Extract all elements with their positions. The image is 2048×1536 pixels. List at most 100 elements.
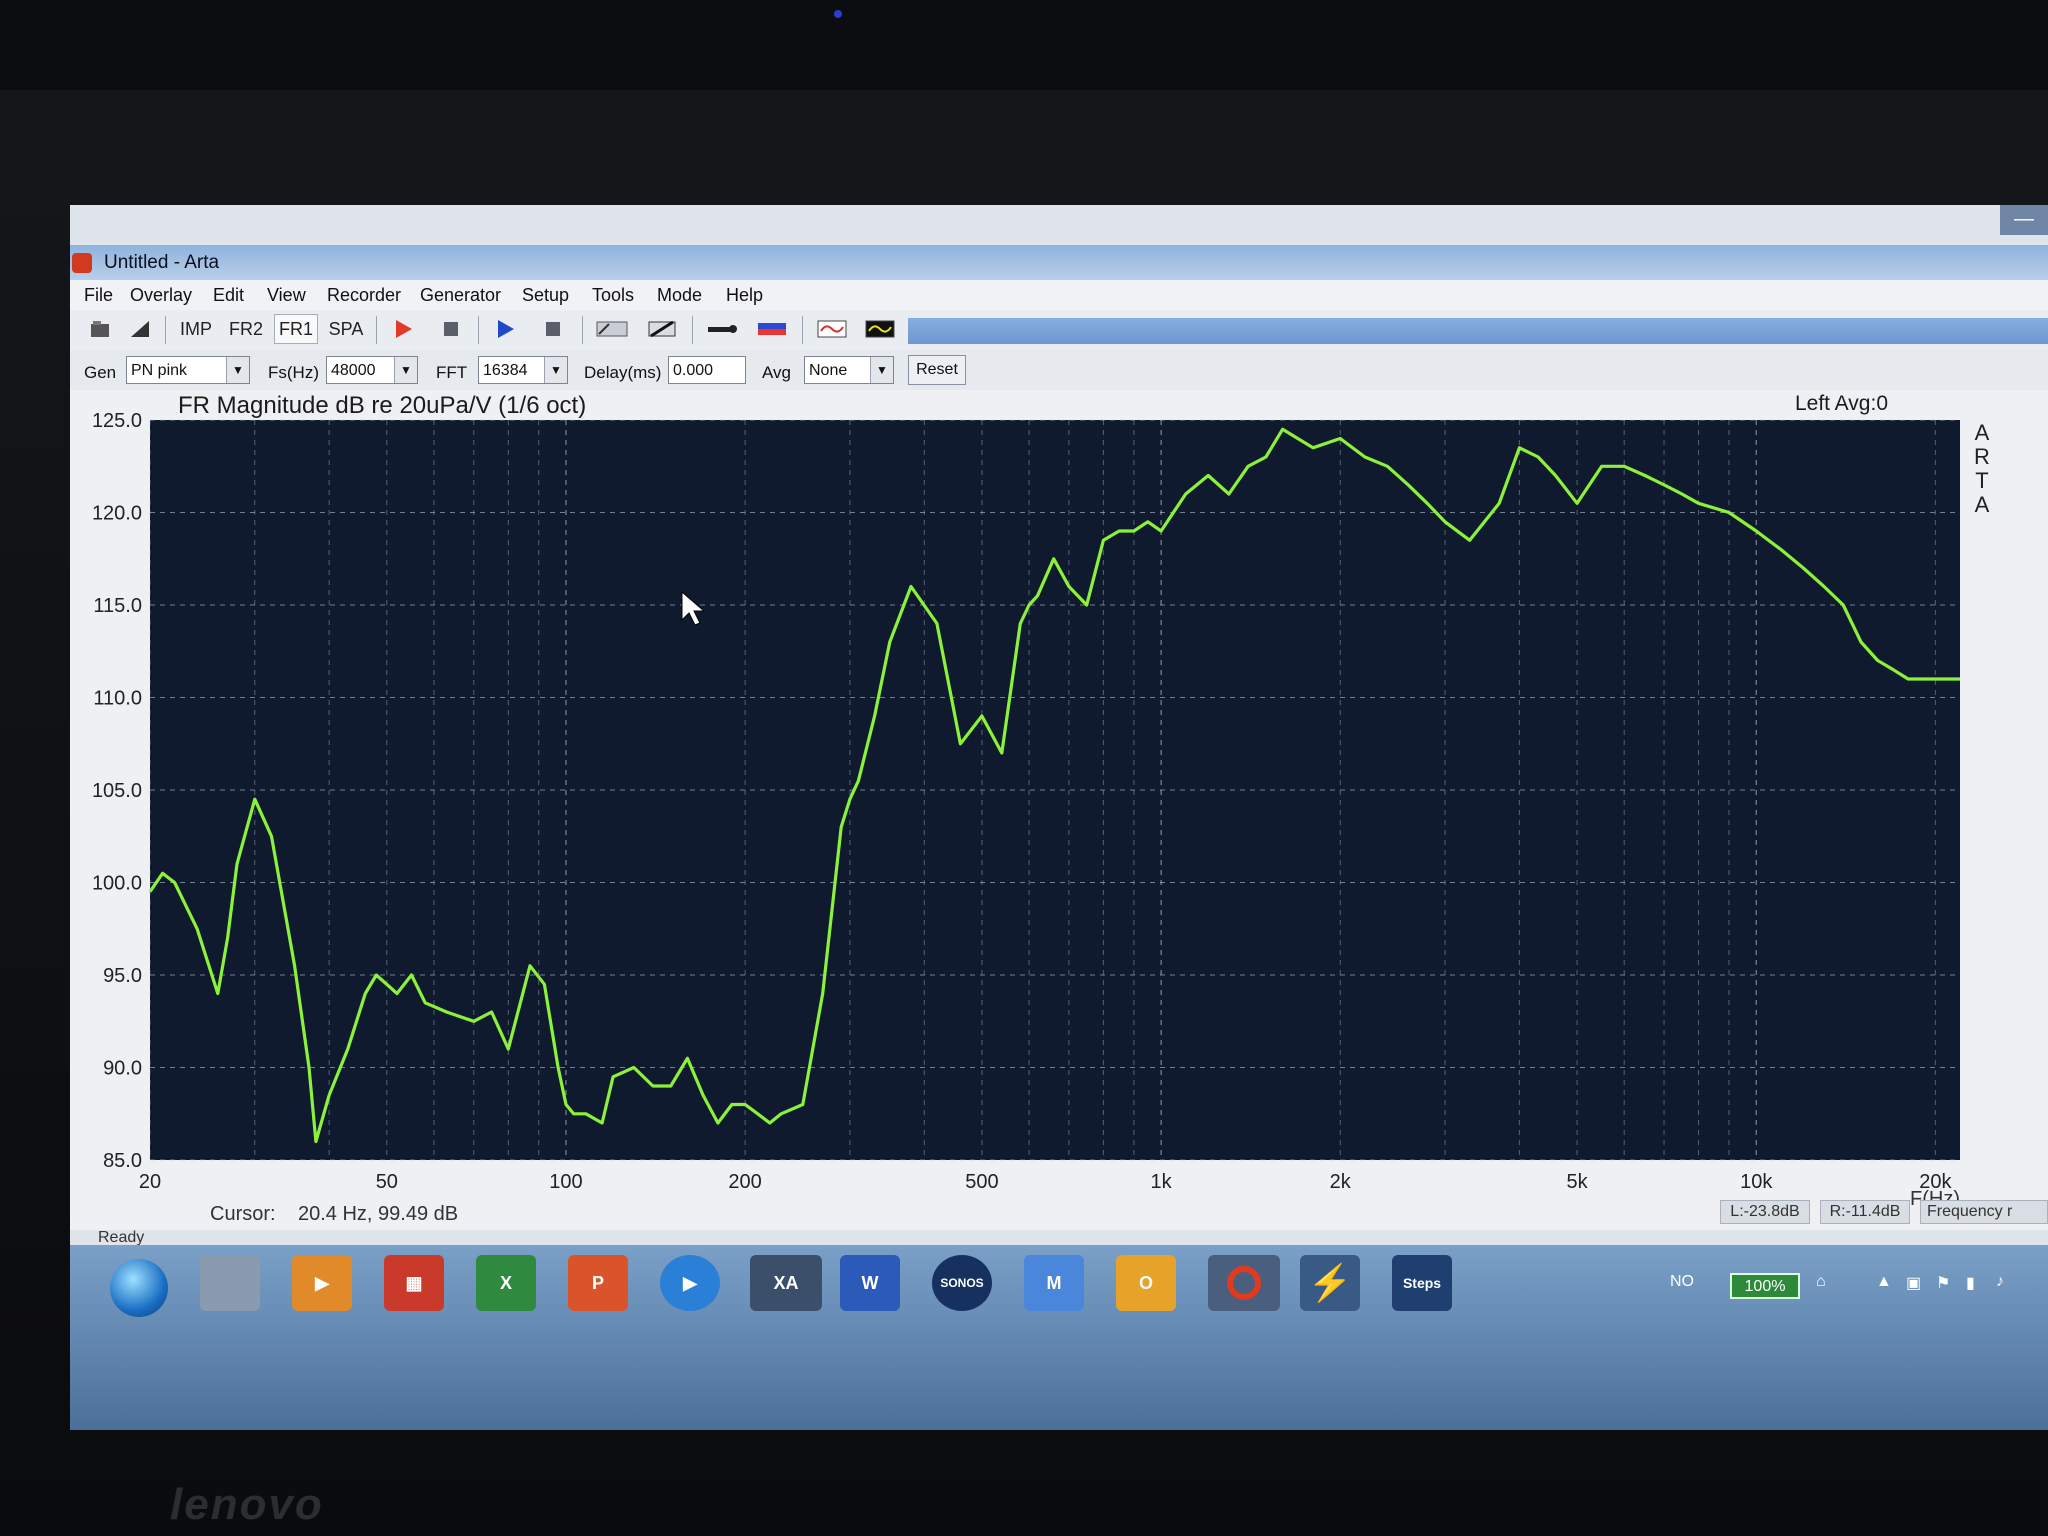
- fs-select[interactable]: 48000 ▼: [326, 356, 418, 384]
- y-tick-label: 115.0: [93, 595, 142, 617]
- delay-label: Delay(ms): [584, 363, 662, 382]
- generator-bar: Gen PN pink ▼ Fs(Hz) 48000 ▼ FFT 16384 ▼…: [70, 350, 2048, 390]
- reset-button[interactable]: Reset: [908, 355, 966, 385]
- cursor-readout: 20.4 Hz, 99.49 dB: [298, 1203, 458, 1225]
- show-hidden-icons-chevron-icon[interactable]: ▲: [1876, 1273, 1892, 1291]
- avg-select[interactable]: None ▼: [804, 356, 894, 384]
- fs-label: Fs(Hz): [268, 363, 319, 382]
- volume-icon[interactable]: ♪: [1996, 1273, 2004, 1291]
- record-play-icon[interactable]: [386, 314, 420, 344]
- arta-letter: A: [1975, 420, 1990, 445]
- action-center-flag-icon[interactable]: ⚑: [1936, 1273, 1950, 1293]
- arta-letter: A: [1975, 492, 1990, 517]
- app-grid-icon[interactable]: ▦: [384, 1255, 444, 1311]
- window-titlebar[interactable]: Untitled - Arta: [70, 245, 2048, 280]
- gen-value: PN pink: [131, 362, 188, 379]
- delay-input[interactable]: 0.000: [668, 356, 746, 384]
- windows-media-icon[interactable]: ▶: [660, 1255, 720, 1311]
- abc-tool-icon[interactable]: [592, 314, 632, 344]
- network-icon[interactable]: ⌂: [1816, 1273, 1826, 1291]
- toolbar-separator: [802, 316, 803, 344]
- arta-app-icon: [72, 253, 92, 273]
- scope-tool-icon[interactable]: [860, 314, 900, 344]
- chevron-down-icon[interactable]: ▼: [870, 357, 893, 383]
- m-app-icon[interactable]: M: [1024, 1255, 1084, 1311]
- edit-tool-icon[interactable]: [126, 314, 154, 344]
- windows-taskbar: ▶ ▦ X P ▶ XA W SONOS M O ⚡ Steps NO 100%…: [70, 1245, 2048, 1430]
- arta-vertical-label: ARTA: [1974, 420, 1990, 517]
- arta-taskbar-icon[interactable]: XA: [750, 1255, 822, 1311]
- excel-icon[interactable]: X: [476, 1255, 536, 1311]
- gen-select[interactable]: PN pink ▼: [126, 356, 250, 384]
- fr1-mode-button[interactable]: FR1: [274, 314, 318, 344]
- y-tick-label: 90.0: [103, 1058, 142, 1080]
- avg-value: None: [809, 362, 848, 379]
- battery-indicator[interactable]: 100%: [1730, 1273, 1800, 1299]
- display-icon[interactable]: ▣: [1906, 1273, 1921, 1293]
- spa-mode-button[interactable]: SPA: [324, 314, 368, 344]
- fft-select[interactable]: 16384 ▼: [478, 356, 568, 384]
- minimize-button[interactable]: —: [2000, 205, 2048, 235]
- chevron-down-icon[interactable]: ▼: [544, 357, 567, 383]
- language-indicator[interactable]: NO: [1670, 1273, 1694, 1291]
- toolbar-separator: [582, 316, 583, 344]
- menu-edit[interactable]: Edit: [213, 285, 244, 306]
- menu-help[interactable]: Help: [726, 285, 763, 306]
- x-tick-label: 1k: [1151, 1171, 1173, 1193]
- menu-setup[interactable]: Setup: [522, 285, 569, 306]
- fr2-mode-button[interactable]: FR2: [224, 314, 268, 344]
- probe-tool-icon[interactable]: [702, 314, 742, 344]
- menu-recorder[interactable]: Recorder: [327, 285, 401, 306]
- menu-file[interactable]: File: [84, 285, 113, 306]
- menu-tools[interactable]: Tools: [592, 285, 634, 306]
- spectrum-tool-icon[interactable]: [752, 314, 792, 344]
- delay-value: 0.000: [673, 362, 714, 379]
- start-button-icon[interactable]: [110, 1259, 168, 1317]
- y-tick-label: 105.0: [92, 780, 142, 802]
- menu-overlay[interactable]: Overlay: [130, 285, 192, 306]
- power-icon[interactable]: ▮: [1966, 1273, 1975, 1293]
- toolbar-separator: [692, 316, 693, 344]
- avg-label: Avg: [762, 363, 791, 382]
- arta-refresh-icon[interactable]: [1208, 1255, 1280, 1311]
- y-tick-label: 100.0: [92, 873, 142, 895]
- smooth-tool-icon[interactable]: [642, 314, 682, 344]
- y-tick-label: 110.0: [93, 688, 142, 710]
- x-tick-label: 2k: [1330, 1171, 1352, 1193]
- outlook-icon[interactable]: O: [1116, 1255, 1176, 1311]
- menu-generator[interactable]: Generator: [420, 285, 501, 306]
- generator-stop-icon[interactable]: [536, 314, 570, 344]
- waveform-tool-icon[interactable]: [812, 314, 852, 344]
- x-tick-label: 100: [549, 1171, 582, 1193]
- fft-label: FFT: [436, 363, 468, 382]
- media-player-icon[interactable]: ▶: [292, 1255, 352, 1311]
- fs-value: 48000: [331, 362, 376, 379]
- steps-app-icon[interactable]: Steps: [1392, 1255, 1452, 1311]
- powerpoint-icon[interactable]: P: [568, 1255, 628, 1311]
- toolbar-separator: [478, 316, 479, 344]
- imp-mode-button[interactable]: IMP: [174, 314, 218, 344]
- record-stop-icon[interactable]: [434, 314, 468, 344]
- menu-mode[interactable]: Mode: [657, 285, 702, 306]
- word-icon[interactable]: W: [840, 1255, 900, 1311]
- chevron-down-icon[interactable]: ▼: [394, 357, 417, 383]
- chevron-down-icon[interactable]: ▼: [226, 357, 249, 383]
- frequency-response-chart[interactable]: 125.0 120.0 115.0 110.0 105.0 100.0 95.0 90.0 85…: [70, 390, 2048, 1230]
- x-tick-label: 500: [965, 1171, 998, 1193]
- lightning-app-icon[interactable]: ⚡: [1300, 1255, 1360, 1311]
- lenovo-logo: lenovo: [170, 1480, 324, 1529]
- menu-view[interactable]: View: [267, 285, 306, 306]
- y-tick-label: 95.0: [103, 965, 142, 987]
- generator-play-icon[interactable]: [488, 314, 522, 344]
- menu-bar: File Overlay Edit View Recorder Generato…: [70, 280, 2048, 310]
- open-file-icon[interactable]: [86, 314, 114, 344]
- toolbar-separator: [376, 316, 377, 344]
- fft-value: 16384: [483, 362, 528, 379]
- toolbar-filler: [908, 318, 2048, 344]
- x-tick-label: 200: [728, 1171, 761, 1193]
- mode-indicator: Frequency r: [1920, 1200, 2048, 1224]
- file-explorer-icon[interactable]: [200, 1255, 260, 1311]
- sonos-icon[interactable]: SONOS: [932, 1255, 992, 1311]
- arta-letter: T: [1975, 468, 1988, 493]
- window-title: Untitled - Arta: [104, 252, 220, 273]
